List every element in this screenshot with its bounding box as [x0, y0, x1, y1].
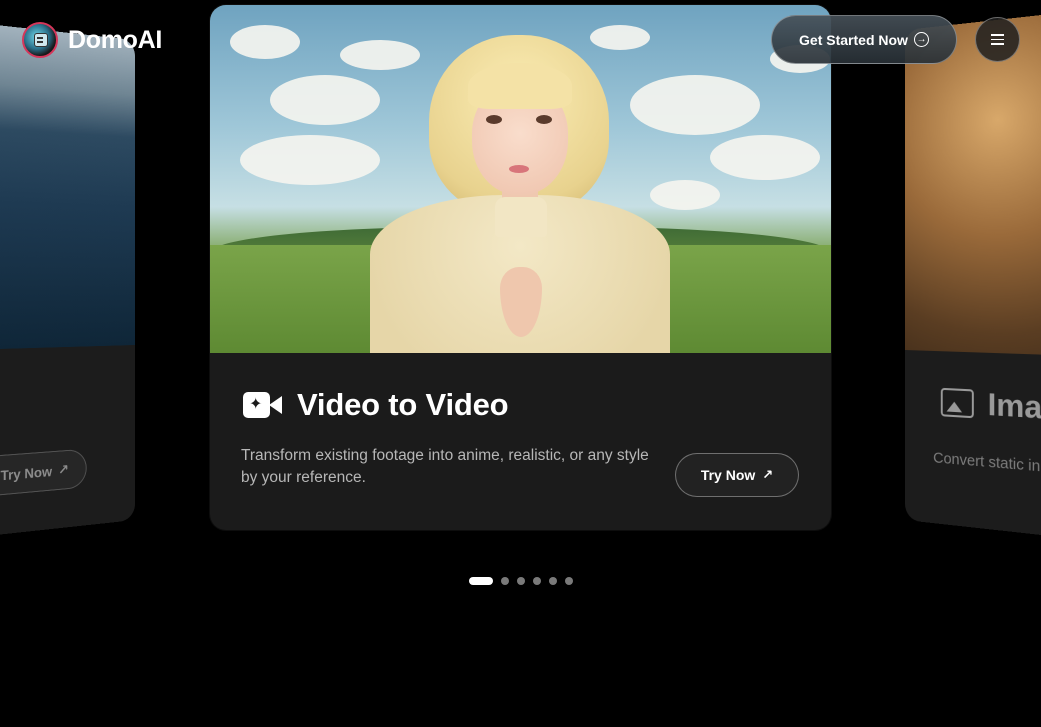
brand-logo[interactable]: DomoAI: [22, 22, 162, 58]
card-title-row: ✦ Video to Video: [243, 387, 509, 423]
pagination-dot-6[interactable]: [565, 577, 573, 585]
card-title: Video to Video: [297, 387, 509, 422]
video-camera-sparkle-icon: ✦: [243, 390, 283, 420]
right-card-description: Convert static in motion.: [933, 449, 1041, 480]
right-card-title-row: Ima: [940, 384, 1041, 427]
pagination-dot-1[interactable]: [469, 577, 493, 585]
carousel-card-active[interactable]: ✦ Video to Video Transform existing foot…: [210, 5, 831, 530]
right-card-title: Ima: [987, 385, 1041, 426]
get-started-button[interactable]: Get Started Now →: [771, 15, 957, 64]
pagination-dot-4[interactable]: [533, 577, 541, 585]
carousel-card-right[interactable]: Ima Convert static in motion.: [905, 0, 1041, 558]
get-started-label: Get Started Now: [799, 31, 908, 48]
card-body: ✦ Video to Video Transform existing foot…: [210, 353, 831, 530]
pagination-dot-5[interactable]: [549, 577, 557, 585]
page: Try Now ↗ Ima Convert static in motion.: [0, 0, 1041, 727]
arrow-up-right-icon: ↗: [58, 461, 69, 478]
left-card-try-now-label: Try Now: [0, 463, 53, 484]
arrow-circle-right-icon: →: [913, 32, 929, 47]
try-now-label: Try Now: [700, 467, 756, 483]
arrow-up-right-icon: ↗: [762, 467, 774, 482]
brand-name: DomoAI: [68, 25, 163, 54]
image-icon: [940, 387, 974, 419]
carousel-card-left[interactable]: Try Now ↗: [0, 3, 135, 557]
hamburger-menu-icon: [991, 34, 1004, 45]
pagination-dot-3[interactable]: [517, 577, 525, 585]
robot-logo-icon: [22, 22, 58, 58]
card-hero-image: [210, 5, 831, 353]
carousel-pagination: [469, 577, 573, 585]
menu-button[interactable]: [975, 17, 1020, 62]
try-now-button[interactable]: Try Now ↗: [675, 453, 799, 497]
left-card-try-now-button[interactable]: Try Now ↗: [0, 448, 87, 497]
card-description: Transform existing footage into anime, r…: [241, 447, 649, 486]
pagination-dot-2[interactable]: [501, 577, 509, 585]
